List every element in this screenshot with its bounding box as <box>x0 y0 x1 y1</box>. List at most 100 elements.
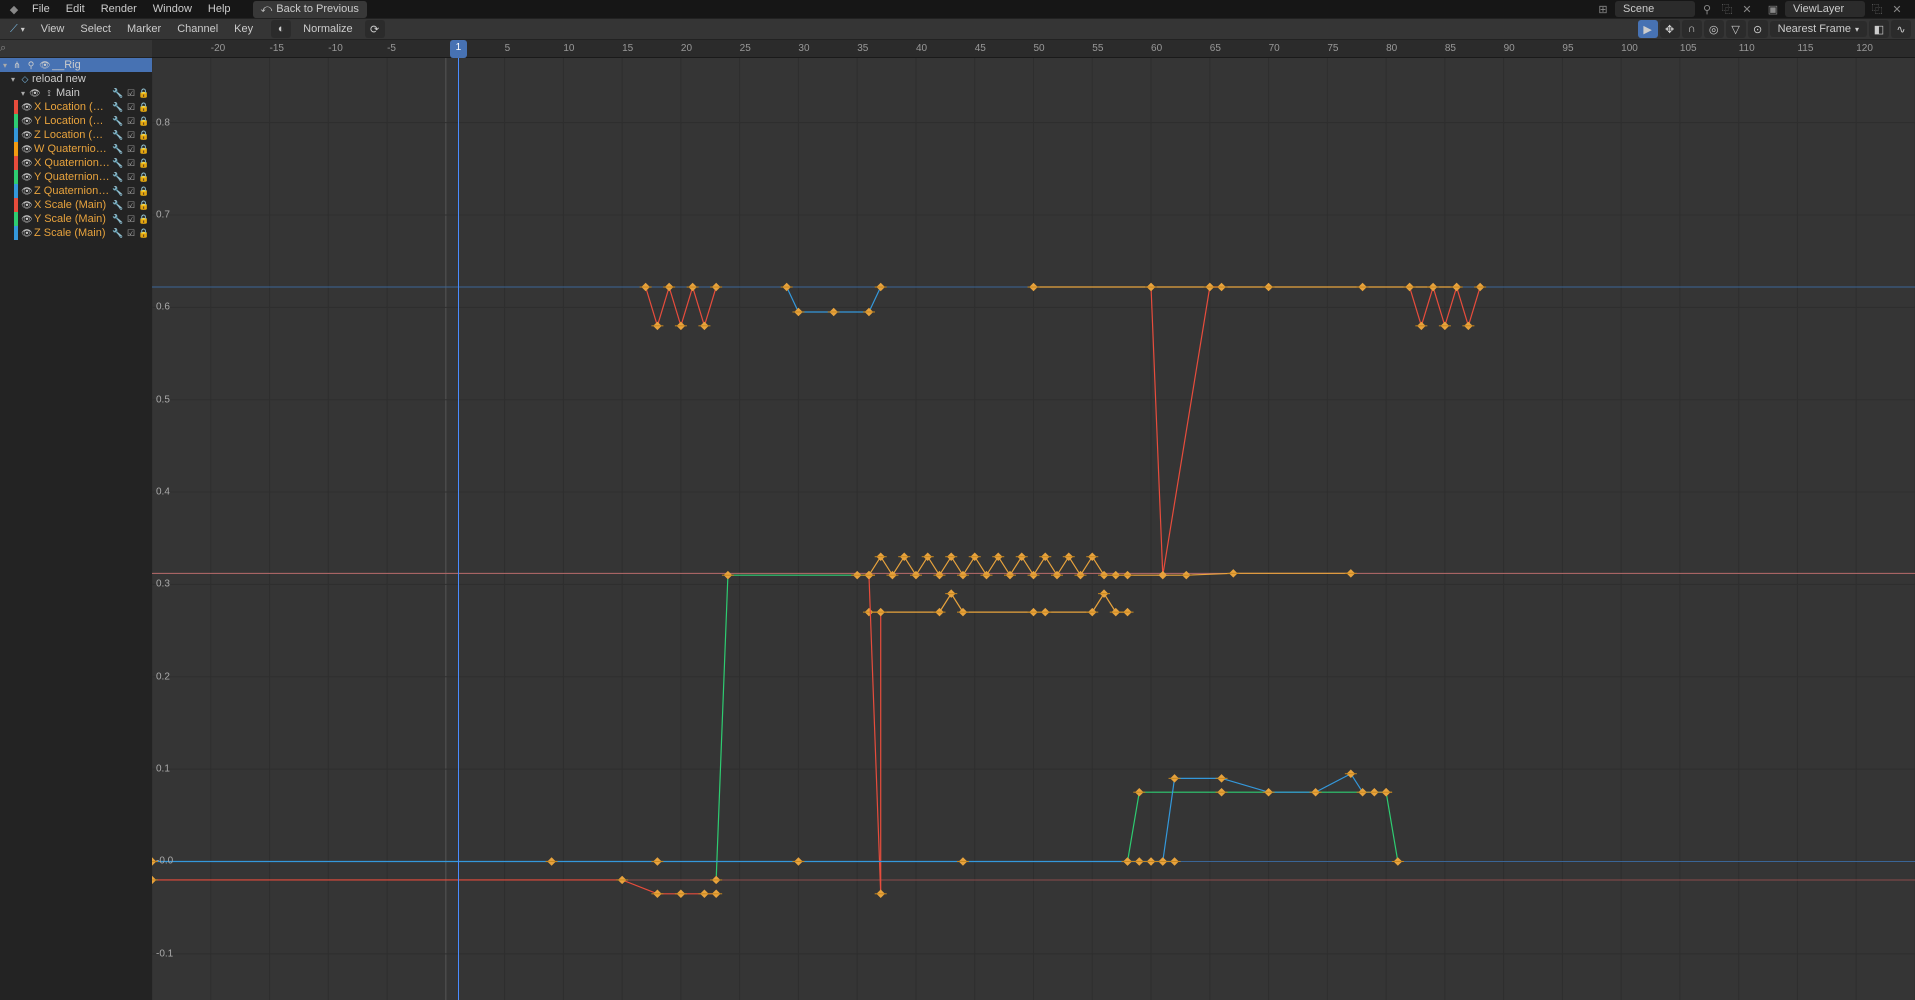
checkbox-icon[interactable]: ☑ <box>125 200 137 211</box>
back-to-previous-button[interactable]: ⤺ Back to Previous <box>253 1 367 18</box>
eye-icon[interactable]: 👁 <box>20 186 34 197</box>
delete-viewlayer-icon[interactable]: ✕ <box>1889 1 1905 17</box>
eye-icon[interactable]: 👁 <box>28 88 42 99</box>
checkbox-icon[interactable]: ☑ <box>125 102 137 113</box>
tree-action-row[interactable]: ▾ ◇ reload new <box>0 72 152 86</box>
top-menu-render[interactable]: Render <box>93 1 145 17</box>
scene-selector[interactable]: ⊞ Scene ⚲ ⿻ ✕ <box>1591 1 1759 17</box>
auto-snap-dropdown[interactable]: Nearest Frame ▾ <box>1770 21 1867 37</box>
eye-icon[interactable]: 👁 <box>20 172 34 183</box>
channel-row[interactable]: 👁X Quaternion Rot🔧☑🔒 <box>0 156 152 170</box>
wrench-icon[interactable]: 🔧 <box>112 130 124 141</box>
lock-icon[interactable]: 🔒 <box>138 158 150 169</box>
wrench-icon[interactable]: 🔧 <box>112 214 124 225</box>
eye-icon[interactable]: 👁 <box>20 158 34 169</box>
checkbox-icon[interactable]: ☑ <box>125 172 137 183</box>
cursor-tool-button[interactable]: ✥ <box>1660 20 1680 38</box>
checkbox-icon[interactable]: ☑ <box>125 158 137 169</box>
lock-icon[interactable]: 🔒 <box>138 88 150 99</box>
top-menu-window[interactable]: Window <box>145 1 200 17</box>
wrench-icon[interactable]: 🔧 <box>112 158 124 169</box>
show-sliders-toggle[interactable]: ∿ <box>1891 20 1911 38</box>
editor-type-dropdown[interactable]: ⟋ ▾ <box>4 21 31 38</box>
playhead-marker[interactable]: 1 <box>450 40 468 58</box>
checkbox-icon[interactable]: ☑ <box>125 130 137 141</box>
eye-icon[interactable]: 👁 <box>20 144 34 155</box>
pin-icon[interactable]: ⚲ <box>24 60 38 71</box>
toolbar-menu-view[interactable]: View <box>33 21 73 37</box>
select-tool-button[interactable]: ▶ <box>1638 20 1658 38</box>
timeline-ruler[interactable]: 1 -20-15-10-5510152025303540455055606570… <box>152 40 1915 58</box>
channel-row[interactable]: 👁X Location (Main)🔧☑🔒 <box>0 100 152 114</box>
ghost-curves-toggle[interactable]: ◐ <box>271 20 291 38</box>
checkbox-icon[interactable]: ☑ <box>125 228 137 239</box>
top-menu-file[interactable]: File <box>24 1 58 17</box>
eye-icon[interactable]: 👁 <box>20 200 34 211</box>
filter-toggle[interactable]: ▽ <box>1726 20 1746 38</box>
lock-icon[interactable]: 🔒 <box>138 116 150 127</box>
disclosure-icon[interactable]: ▾ <box>18 89 28 98</box>
wrench-icon[interactable]: 🔧 <box>112 88 124 99</box>
top-menu-edit[interactable]: Edit <box>58 1 93 17</box>
lock-icon[interactable]: 🔒 <box>138 130 150 141</box>
scene-name[interactable]: Scene <box>1615 1 1695 17</box>
channel-row[interactable]: 👁Z Quaternion Rot🔧☑🔒 <box>0 184 152 198</box>
disclosure-icon[interactable]: ▾ <box>0 61 10 70</box>
channel-row[interactable]: 👁Y Scale (Main)🔧☑🔒 <box>0 212 152 226</box>
eye-icon[interactable]: 👁 <box>20 116 34 127</box>
snap-toggle[interactable]: ∩ <box>1682 20 1702 38</box>
toolbar-menu-marker[interactable]: Marker <box>119 21 169 37</box>
wrench-icon[interactable]: 🔧 <box>112 144 124 155</box>
lock-icon[interactable]: 🔒 <box>138 186 150 197</box>
channel-row[interactable]: 👁W Quaternion Rot🔧☑🔒 <box>0 142 152 156</box>
lock-icon[interactable]: 🔒 <box>138 200 150 211</box>
toolbar-menu-key[interactable]: Key <box>226 21 261 37</box>
auto-normalize-toggle[interactable]: ⟳ <box>365 20 385 38</box>
top-menu-help[interactable]: Help <box>200 1 239 17</box>
checkbox-icon[interactable]: ☑ <box>125 144 137 155</box>
lock-icon[interactable]: 🔒 <box>138 102 150 113</box>
lock-icon[interactable]: 🔒 <box>138 228 150 239</box>
channel-row[interactable]: 👁Y Quaternion Rot🔧☑🔒 <box>0 170 152 184</box>
channel-row[interactable]: 👁Z Scale (Main)🔧☑🔒 <box>0 226 152 240</box>
proportional-edit-toggle[interactable]: ◎ <box>1704 20 1724 38</box>
wrench-icon[interactable]: 🔧 <box>112 172 124 183</box>
tree-bone-row[interactable]: ▾ 👁 ⟟ Main 🔧 ☑ 🔒 <box>0 86 152 100</box>
show-markers-toggle[interactable]: ◧ <box>1869 20 1889 38</box>
eye-icon[interactable]: 👁 <box>38 60 52 71</box>
viewlayer-selector[interactable]: ▣ ViewLayer ⿻ ✕ <box>1761 1 1909 17</box>
graph-canvas[interactable]: 1 -20-15-10-5510152025303540455055606570… <box>152 40 1915 1000</box>
checkbox-icon[interactable]: ☑ <box>125 116 137 127</box>
lock-icon[interactable]: 🔒 <box>138 172 150 183</box>
channel-row[interactable]: 👁Z Location (Main)🔧☑🔒 <box>0 128 152 142</box>
wrench-icon[interactable]: 🔧 <box>112 200 124 211</box>
wrench-icon[interactable]: 🔧 <box>112 228 124 239</box>
lock-icon[interactable]: 🔒 <box>138 214 150 225</box>
channel-row[interactable]: 👁Y Location (Main)🔧☑🔒 <box>0 114 152 128</box>
copy-viewlayer-icon[interactable]: ⿻ <box>1869 1 1885 17</box>
tree-object-row[interactable]: ▾ ⋔ ⚲ 👁 __Rig <box>0 58 152 72</box>
toolbar-menu-channel[interactable]: Channel <box>169 21 226 37</box>
wrench-icon[interactable]: 🔧 <box>112 186 124 197</box>
ruler-tick: 20 <box>681 40 692 58</box>
delete-scene-icon[interactable]: ✕ <box>1739 1 1755 17</box>
pivot-point-dropdown[interactable]: ⊙ <box>1748 20 1768 38</box>
checkbox-icon[interactable]: ☑ <box>125 214 137 225</box>
eye-icon[interactable]: 👁 <box>20 102 34 113</box>
channel-search-input[interactable] <box>6 41 156 57</box>
eye-icon[interactable]: 👁 <box>20 214 34 225</box>
normalize-toggle[interactable]: Normalize <box>295 21 361 37</box>
toolbar-menu-select[interactable]: Select <box>72 21 119 37</box>
checkbox-icon[interactable]: ☑ <box>125 88 137 99</box>
eye-icon[interactable]: 👁 <box>20 130 34 141</box>
pin-icon[interactable]: ⚲ <box>1699 1 1715 17</box>
disclosure-icon[interactable]: ▾ <box>8 75 18 84</box>
lock-icon[interactable]: 🔒 <box>138 144 150 155</box>
wrench-icon[interactable]: 🔧 <box>112 102 124 113</box>
viewlayer-name[interactable]: ViewLayer <box>1785 1 1865 17</box>
checkbox-icon[interactable]: ☑ <box>125 186 137 197</box>
copy-scene-icon[interactable]: ⿻ <box>1719 1 1735 17</box>
channel-row[interactable]: 👁X Scale (Main)🔧☑🔒 <box>0 198 152 212</box>
wrench-icon[interactable]: 🔧 <box>112 116 124 127</box>
eye-icon[interactable]: 👁 <box>20 228 34 239</box>
